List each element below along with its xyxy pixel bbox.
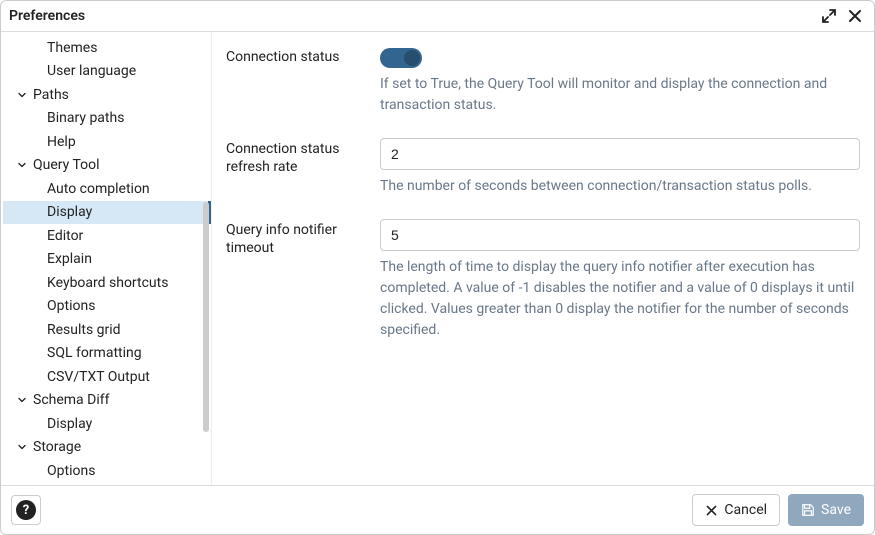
close-icon [705,504,718,517]
window-title: Preferences [9,8,85,24]
sidebar-category[interactable]: Storage [3,436,211,460]
sidebar-item[interactable]: Keyboard shortcuts [3,271,211,295]
sidebar-item-label: Keyboard shortcuts [47,275,168,291]
sidebar-item[interactable]: User language [3,60,211,84]
chevron-down-icon [15,441,29,453]
sidebar-item-label: CSV/TXT Output [47,369,150,385]
sidebar-item[interactable]: Options [3,459,211,483]
sidebar-item-label: Help [47,134,76,150]
save-icon [801,503,815,517]
body: Themes User language Paths Binary paths Help… [1,32,874,485]
setting-body: The length of time to display the query … [380,219,860,355]
connection-status-toggle[interactable] [380,48,422,68]
help-icon: ? [16,500,36,520]
setting-refresh-rate: Connection status refresh rate The numbe… [226,138,860,211]
footer: ? Cancel Save [1,485,874,534]
content-panel: Connection status If set to True, the Qu… [212,32,874,485]
sidebar-item-label: Query Tool [33,157,100,173]
titlebar: Preferences [1,1,874,32]
setting-body: If set to True, the Query Tool will moni… [380,46,860,130]
sidebar-category[interactable]: Paths [3,83,211,107]
sidebar-item[interactable]: SQL formatting [3,342,211,366]
expand-icon[interactable] [820,7,838,25]
sidebar-item[interactable]: Binary paths [3,107,211,131]
sidebar-scrollbar[interactable] [203,202,209,432]
setting-label: Connection status [226,46,380,130]
sidebar-item[interactable]: CSV/TXT Output [3,365,211,389]
sidebar-item-label: SQL formatting [47,345,142,361]
refresh-rate-input[interactable] [380,138,860,170]
sidebar-item[interactable]: Auto completion [3,177,211,201]
setting-notifier-timeout: Query info notifier timeout The length o… [226,219,860,355]
titlebar-controls [820,7,864,25]
sidebar-item-label: User language [47,63,136,79]
chevron-down-icon [15,89,29,101]
setting-label: Query info notifier timeout [226,219,380,355]
sidebar-item[interactable]: Editor [3,224,211,248]
chevron-down-icon [15,159,29,171]
sidebar-item-label: Options [47,463,95,479]
setting-description: The number of seconds between connection… [380,176,860,197]
setting-connection-status: Connection status If set to True, the Qu… [226,46,860,130]
sidebar-item-label: Schema Diff [33,392,109,408]
sidebar: Themes User language Paths Binary paths Help… [1,32,212,485]
cancel-button[interactable]: Cancel [692,494,780,526]
sidebar-item[interactable]: Help [3,130,211,154]
setting-description: The length of time to display the query … [380,257,860,341]
sidebar-item-label: Auto completion [47,181,150,197]
sidebar-item[interactable]: Themes [3,36,211,60]
sidebar-item[interactable]: Display [3,412,211,436]
close-icon[interactable] [846,7,864,25]
sidebar-item[interactable]: Display [3,201,211,225]
sidebar-item[interactable]: Results grid [3,318,211,342]
cancel-label: Cancel [724,502,767,518]
setting-body: The number of seconds between connection… [380,138,860,211]
setting-description: If set to True, the Query Tool will moni… [380,74,860,116]
sidebar-category[interactable]: Query Tool [3,154,211,178]
footer-actions: Cancel Save [692,494,864,526]
help-button[interactable]: ? [11,495,41,525]
save-label: Save [821,502,851,518]
sidebar-item-label: Results grid [47,322,121,338]
notifier-timeout-input[interactable] [380,219,860,251]
chevron-down-icon [15,394,29,406]
preferences-window: Preferences Themes User language Paths Bina… [0,0,875,535]
sidebar-item[interactable]: Explain [3,248,211,272]
sidebar-item-label: Editor [47,228,83,244]
sidebar-item-label: Paths [33,87,69,103]
sidebar-item[interactable]: Options [3,295,211,319]
sidebar-item-label: Binary paths [47,110,124,126]
setting-label: Connection status refresh rate [226,138,380,211]
sidebar-item-label: Display [47,204,92,220]
sidebar-item-label: Storage [33,439,81,455]
sidebar-item-label: Options [47,298,95,314]
save-button[interactable]: Save [788,494,864,526]
sidebar-category[interactable]: Schema Diff [3,389,211,413]
sidebar-item-label: Display [47,416,92,432]
sidebar-item-label: Explain [47,251,92,267]
sidebar-item-label: Themes [47,40,97,56]
